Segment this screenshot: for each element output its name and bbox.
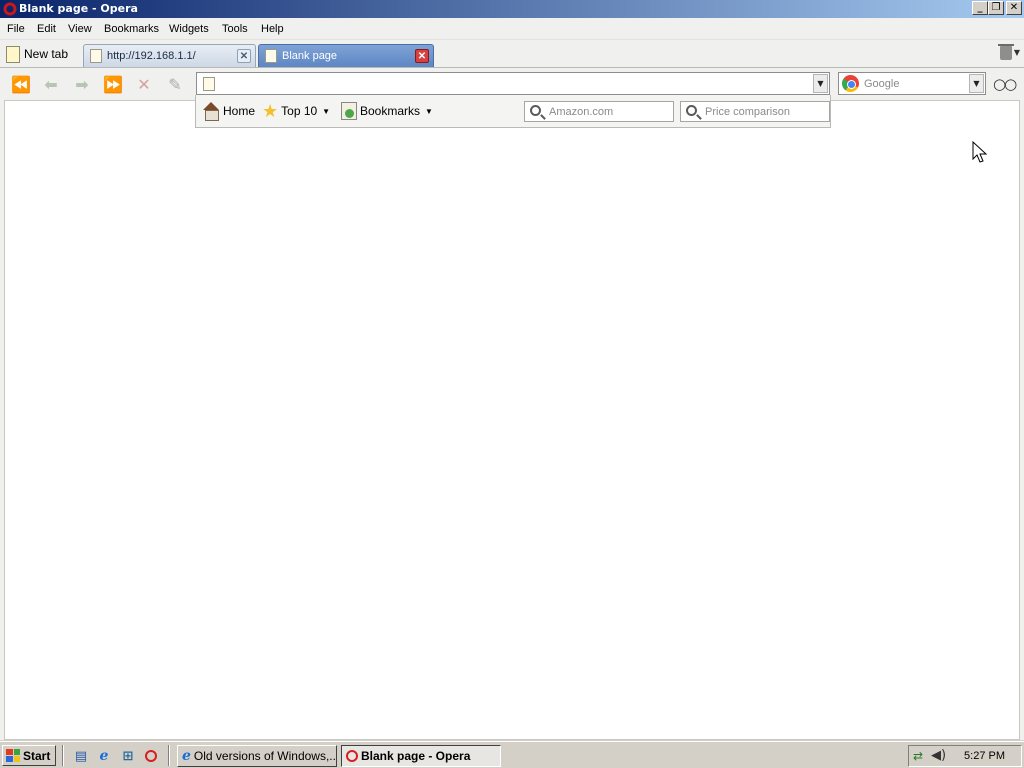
internet-explorer-icon: e [182, 748, 191, 764]
taskbar-button-old-windows[interactable]: e Old versions of Windows,... [177, 745, 337, 767]
back-icon[interactable]: ⬅ [40, 74, 62, 94]
search-icon [530, 105, 541, 116]
home-icon [202, 102, 220, 121]
opera-logo-icon [3, 2, 17, 16]
new-tab-label: New tab [24, 47, 69, 61]
window-title: Blank page - Opera [19, 2, 138, 15]
opera-logo-icon [346, 750, 358, 762]
forward-icon[interactable]: ➡ [71, 74, 93, 94]
minimize-button[interactable]: _ [972, 1, 988, 15]
windows-logo-icon [6, 749, 20, 762]
tab-label: http://192.168.1.1/ [107, 50, 196, 62]
address-dropdown-panel: Home ★ Top 10 ▼ Bookmarks ▼ [195, 95, 831, 128]
opera-quicklaunch-icon[interactable] [142, 747, 160, 765]
top10-label: Top 10 [281, 104, 318, 118]
title-bar[interactable]: Blank page - Opera _ ❐ ✕ [0, 0, 1024, 18]
menu-bookmarks[interactable]: Bookmarks [104, 23, 159, 35]
address-bar[interactable]: ▼ [196, 72, 830, 95]
stop-icon[interactable]: ✕ [133, 74, 155, 94]
clock[interactable]: 5:27 PM [964, 750, 1005, 762]
menu-file[interactable]: File [7, 23, 25, 35]
address-dropdown-icon[interactable]: ▼ [813, 74, 828, 93]
taskbar-separator [62, 745, 64, 766]
price-comparison-field[interactable] [680, 101, 830, 122]
tab-bar: New tab http://192.168.1.1/ ✕ Blank page… [0, 40, 1024, 68]
chevron-down-icon: ▼ [425, 106, 433, 116]
bookmarks-button[interactable]: Bookmarks ▼ [341, 101, 433, 121]
amazon-search-input[interactable] [549, 104, 669, 119]
start-button[interactable]: Start [2, 745, 56, 766]
new-tab-button[interactable]: New tab [6, 43, 68, 65]
search-icon [686, 105, 697, 116]
tab-router[interactable]: http://192.168.1.1/ ✕ [83, 44, 256, 67]
search-input[interactable] [864, 75, 964, 92]
tab-blank-page[interactable]: Blank page ✕ [258, 44, 434, 67]
taskbar-separator [168, 745, 170, 766]
tab-close-icon[interactable]: ✕ [237, 49, 251, 63]
menu-tools[interactable]: Tools [222, 23, 248, 35]
amazon-search-field[interactable] [524, 101, 674, 122]
google-icon[interactable] [842, 75, 859, 92]
page-icon [203, 77, 215, 91]
bookmarks-label: Bookmarks [360, 104, 421, 118]
taskbar-button-opera[interactable]: Blank page - Opera [341, 745, 501, 767]
search-engine-dropdown-icon[interactable]: ▼ [969, 74, 984, 93]
home-button[interactable]: Home [202, 101, 255, 121]
page-content[interactable] [4, 100, 1020, 740]
start-label: Start [23, 748, 51, 763]
bookmark-icon [341, 102, 357, 120]
taskbar: Start ▤ e ⊞ e Old versions of Windows,..… [0, 741, 1024, 768]
reading-glasses-icon[interactable]: ○○ [993, 75, 1017, 93]
menu-edit[interactable]: Edit [37, 23, 56, 35]
taskbar-button-label: Old versions of Windows,... [193, 749, 337, 763]
fast-forward-icon[interactable]: ⏩ [102, 74, 124, 94]
rewind-icon[interactable]: ⏪ [10, 74, 32, 94]
menu-help[interactable]: Help [261, 23, 284, 35]
trash-icon[interactable] [998, 44, 1014, 60]
menu-widgets[interactable]: Widgets [169, 23, 209, 35]
new-page-icon [6, 45, 20, 63]
mouse-cursor-icon [972, 141, 988, 163]
tab-close-icon[interactable]: ✕ [415, 49, 429, 63]
opera-window: Blank page - Opera _ ❐ ✕ File Edit View … [0, 0, 1024, 740]
search-box[interactable]: ▼ [838, 72, 986, 95]
page-icon [90, 49, 102, 63]
network-connection-icon[interactable]: ⇄ [913, 749, 923, 763]
chevron-down-icon: ▼ [322, 106, 331, 116]
address-input[interactable] [221, 75, 801, 92]
network-icon[interactable]: ⊞ [119, 747, 137, 765]
volume-icon[interactable]: ◀) [931, 748, 946, 763]
edit-pencil-icon[interactable]: ✎ [164, 74, 186, 94]
menu-view[interactable]: View [68, 23, 92, 35]
price-comparison-input[interactable] [705, 104, 825, 119]
tab-label: Blank page [282, 50, 338, 62]
home-label: Home [223, 104, 256, 118]
show-desktop-icon[interactable]: ▤ [72, 747, 90, 765]
star-icon: ★ [262, 101, 279, 121]
trash-dropdown-icon[interactable]: ▼ [1014, 48, 1020, 57]
restore-button[interactable]: ❐ [988, 1, 1004, 15]
top10-button[interactable]: ★ Top 10 ▼ [262, 101, 330, 121]
page-icon [265, 49, 277, 63]
system-tray: ⇄ ◀) 5:27 PM [908, 745, 1022, 767]
close-window-button[interactable]: ✕ [1006, 1, 1022, 15]
internet-explorer-icon[interactable]: e [95, 747, 113, 765]
menu-bar: File Edit View Bookmarks Widgets Tools H… [0, 19, 1024, 40]
taskbar-button-label: Blank page - Opera [361, 749, 471, 763]
